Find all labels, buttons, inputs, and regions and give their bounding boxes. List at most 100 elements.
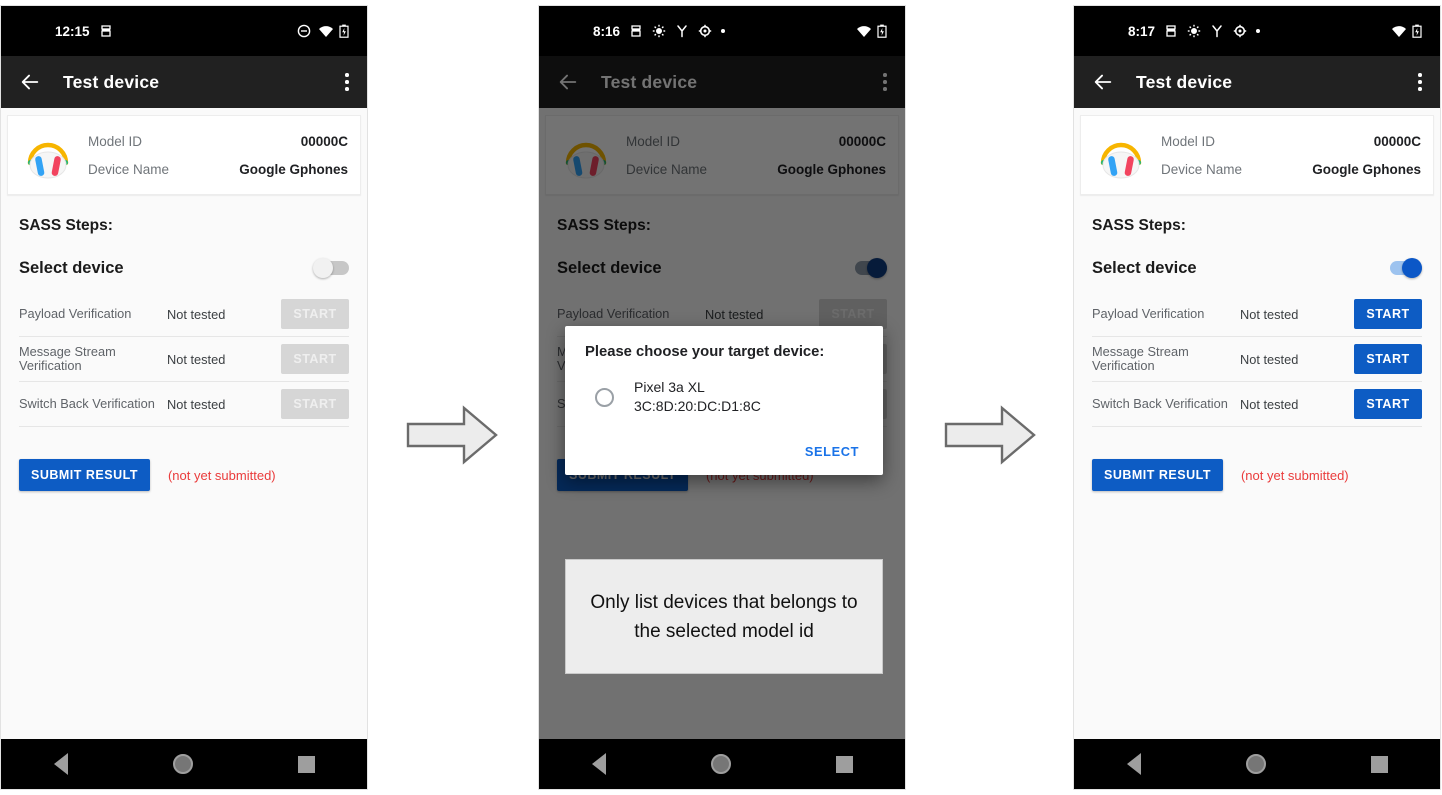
device-info-card: Model ID 00000C Device Name Google Gphon… — [7, 115, 361, 195]
back-arrow-icon[interactable] — [1092, 71, 1114, 93]
test-status: Not tested — [167, 351, 226, 367]
device-info-card: Model ID 00000C Device Name Google Gphon… — [1080, 115, 1434, 195]
test-name: Switch Back Verification — [19, 395, 155, 411]
back-triangle-icon[interactable] — [1126, 753, 1141, 775]
start-button[interactable]: START — [281, 299, 349, 329]
select-device-toggle[interactable] — [1386, 258, 1422, 278]
test-list: Payload Verification Not tested START Me… — [19, 292, 349, 427]
status-bar-left: 8:16 — [593, 23, 726, 39]
test-list: Payload Verification Not tested START Me… — [1092, 292, 1422, 427]
android-debug-icon — [99, 24, 113, 38]
device-name-label: Device Name — [1161, 161, 1243, 177]
start-button[interactable]: START — [281, 389, 349, 419]
test-name: Payload Verification — [1092, 305, 1205, 321]
radio-button-icon[interactable] — [595, 387, 614, 407]
gear-icon — [698, 24, 712, 38]
status-bar-clock: 8:17 — [1128, 23, 1156, 39]
select-device-label: Select device — [1092, 258, 1197, 277]
dot-icon — [721, 29, 726, 33]
submit-status-note: (not yet submitted) — [1240, 467, 1349, 483]
battery-icon — [877, 24, 891, 38]
page-title: Test device — [1136, 71, 1233, 92]
back-triangle-icon[interactable] — [591, 753, 606, 775]
status-bar: 8:16 — [539, 6, 905, 56]
sass-steps-heading: SASS Steps: — [19, 217, 113, 234]
status-bar-left: 8:17 — [1128, 23, 1261, 39]
select-device-row: Select device — [1092, 258, 1422, 278]
status-bar-clock: 8:16 — [593, 23, 621, 39]
device-option-name: Pixel 3a XL — [634, 379, 705, 395]
sync-icon — [652, 24, 666, 38]
battery-icon — [339, 24, 353, 38]
status-bar-clock: 12:15 — [55, 23, 90, 39]
home-circle-icon[interactable] — [172, 754, 193, 774]
device-info-row: Device Name Google Gphones — [88, 155, 348, 183]
annotation-callout: Only list devices that belongs to the se… — [565, 559, 883, 674]
submit-result-button[interactable]: SUBMIT RESULT — [19, 459, 150, 491]
phone-screenshot-enabled: 8:17 Test device Model ID 00000C Device … — [1073, 5, 1441, 790]
pixel-buds-icon — [1093, 127, 1149, 183]
recents-square-icon[interactable] — [297, 755, 315, 773]
dialog-title: Please choose your target device: — [585, 344, 825, 360]
select-device-toggle[interactable] — [313, 258, 349, 278]
table-row: Switch Back Verification Not tested STAR… — [1092, 382, 1422, 427]
network-icon — [675, 24, 689, 38]
sync-icon — [1187, 24, 1201, 38]
device-name-label: Device Name — [88, 161, 170, 177]
model-id-value: 00000C — [1373, 133, 1421, 149]
wifi-icon — [856, 24, 871, 38]
device-name-value: Google Gphones — [1312, 161, 1421, 177]
wifi-icon — [318, 24, 333, 38]
page-title: Test device — [63, 71, 160, 92]
back-arrow-icon[interactable] — [19, 71, 41, 93]
wifi-icon — [1391, 24, 1406, 38]
submit-result-button[interactable]: SUBMIT RESULT — [1092, 459, 1223, 491]
model-id-value: 00000C — [300, 133, 348, 149]
choose-device-dialog: Please choose your target device: Pixel … — [565, 326, 883, 475]
test-name: Message Stream Verification — [19, 343, 116, 373]
device-info-rows: Model ID 00000C Device Name Google Gphon… — [88, 127, 348, 183]
test-status: Not tested — [167, 306, 226, 322]
network-icon — [1210, 24, 1224, 38]
test-name: Switch Back Verification — [1092, 395, 1228, 411]
model-id-label: Model ID — [1161, 133, 1216, 149]
kebab-menu-icon[interactable] — [1418, 73, 1422, 91]
home-circle-icon[interactable] — [1245, 754, 1266, 774]
table-row: Switch Back Verification Not tested STAR… — [19, 382, 349, 427]
test-status: Not tested — [167, 396, 226, 412]
submit-status-note: (not yet submitted) — [167, 467, 276, 483]
status-bar-right — [856, 24, 891, 38]
device-info-row: Model ID 00000C — [88, 127, 348, 155]
status-bar-left: 12:15 — [55, 24, 113, 39]
model-id-label: Model ID — [88, 133, 143, 149]
device-info-rows: Model ID 00000C Device Name Google Gphon… — [1161, 127, 1421, 183]
table-row: Payload Verification Not tested START — [19, 292, 349, 337]
test-name: Message Stream Verification — [1092, 343, 1189, 373]
android-debug-icon — [629, 24, 643, 38]
comparison-flow-stage: 12:15 Test device Model ID 00000C Device… — [0, 0, 1442, 795]
test-status: Not tested — [1240, 396, 1299, 412]
device-option-address: 3C:8D:20:DC:D1:8C — [634, 398, 761, 414]
recents-square-icon[interactable] — [835, 755, 853, 773]
phone-screenshot-dialog: 8:16 Please choose your target device: P… — [538, 5, 906, 790]
kebab-menu-icon[interactable] — [345, 73, 349, 91]
app-bar: Test device — [1, 56, 367, 108]
start-button[interactable]: START — [1354, 389, 1422, 419]
dialog-select-button[interactable]: SELECT — [801, 438, 863, 465]
flow-arrow-2 — [944, 405, 1036, 465]
table-row: Payload Verification Not tested START — [1092, 292, 1422, 337]
android-nav-bar — [1074, 739, 1440, 789]
start-button[interactable]: START — [281, 344, 349, 374]
status-bar: 12:15 — [1, 6, 367, 56]
start-button[interactable]: START — [1354, 344, 1422, 374]
phone-screenshot-initial: 12:15 Test device Model ID 00000C Device… — [0, 5, 368, 790]
home-circle-icon[interactable] — [710, 754, 731, 774]
device-option-row[interactable]: Pixel 3a XL 3C:8D:20:DC:D1:8C — [585, 378, 863, 416]
do-not-disturb-icon — [297, 24, 311, 38]
pixel-buds-icon — [20, 127, 76, 183]
device-name-value: Google Gphones — [239, 161, 348, 177]
table-row: Message Stream Verification Not tested S… — [1092, 337, 1422, 382]
back-triangle-icon[interactable] — [53, 753, 68, 775]
recents-square-icon[interactable] — [1370, 755, 1388, 773]
start-button[interactable]: START — [1354, 299, 1422, 329]
